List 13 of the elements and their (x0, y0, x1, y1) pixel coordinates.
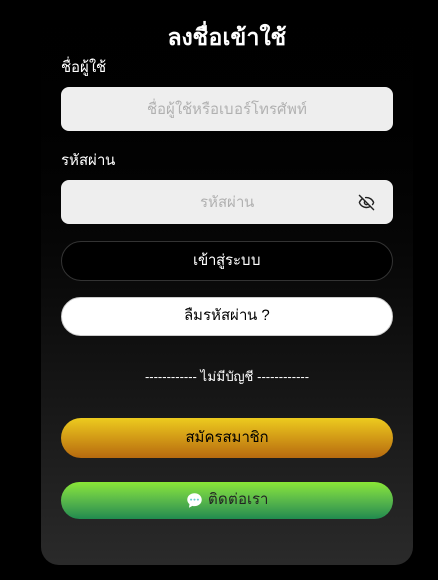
forgot-password-button[interactable]: ลืมรหัสผ่าน ? (61, 297, 393, 336)
field-label: รหัสผ่าน (61, 151, 115, 171)
divider-text: ------------ ไม่มีบัญชี ------------ (144, 368, 310, 386)
page-title: ลงชื่อเข้าใช้ (168, 22, 286, 52)
field-label: ชื่อผู้ใช้ (61, 58, 106, 78)
hide-password-icon[interactable] (358, 194, 375, 210)
contact-button[interactable]: ติดต่อเรา (61, 482, 393, 519)
username-field[interactable]: ชื่อผู้ใช้หรือเบอร์โทรศัพท์ (61, 87, 393, 131)
register-button[interactable]: สมัครสมาชิก (61, 418, 393, 458)
contact-label: ติดต่อเรา (208, 490, 268, 510)
password-field[interactable]: รหัสผ่าน (61, 180, 393, 224)
chat-bubble-icon (186, 492, 203, 509)
login-button[interactable]: เข้าสู่ระบบ (61, 241, 393, 281)
